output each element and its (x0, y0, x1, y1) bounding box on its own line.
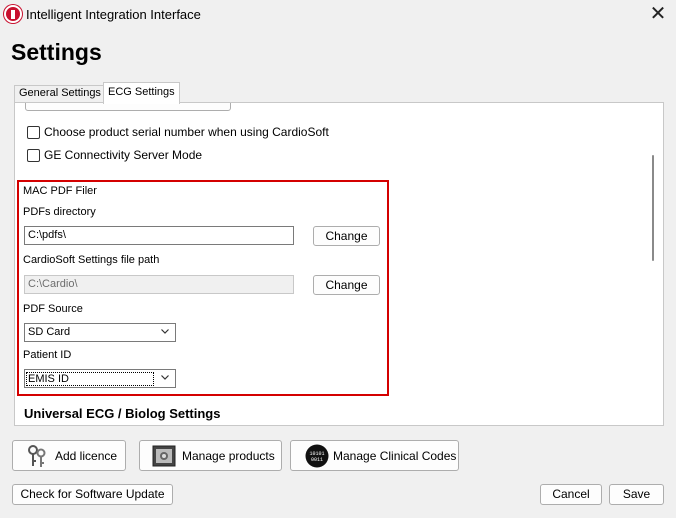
binary-code-icon: 10101 0011 (305, 444, 329, 468)
serial-number-checkbox[interactable] (27, 125, 40, 139)
manage-clinical-codes-button[interactable]: 10101 0011 Manage Clinical Codes (290, 440, 459, 471)
scrollbar-thumb[interactable] (652, 155, 654, 261)
save-button[interactable]: Save (609, 484, 664, 505)
products-icon (152, 444, 176, 468)
add-licence-button[interactable]: Add licence (12, 440, 126, 471)
ge-connectivity-checkbox[interactable] (27, 148, 40, 162)
cancel-button[interactable]: Cancel (540, 484, 602, 505)
manage-products-label: Manage products (182, 448, 275, 463)
close-button[interactable]: ✕ (646, 2, 670, 26)
app-logo-icon (4, 5, 22, 23)
serial-number-label: Choose product serial number when using … (44, 125, 329, 139)
manage-clinical-codes-label: Manage Clinical Codes (333, 448, 457, 463)
tab-ecg-settings[interactable]: ECG Settings (103, 82, 180, 104)
keys-icon (25, 444, 49, 468)
checkbox-row-serial[interactable]: Choose product serial number when using … (27, 125, 329, 139)
title-bar: Intelligent Integration Interface ✕ (0, 0, 676, 30)
vertical-scrollbar[interactable] (645, 103, 661, 425)
universal-ecg-section-title: Universal ECG / Biolog Settings (24, 406, 221, 421)
highlight-annotation-box (17, 180, 389, 396)
check-software-update-button[interactable]: Check for Software Update (12, 484, 173, 505)
ge-connectivity-label: GE Connectivity Server Mode (44, 148, 203, 162)
svg-text:0011: 0011 (311, 457, 323, 463)
tab-general-settings[interactable]: General Settings (14, 85, 106, 103)
add-licence-label: Add licence (55, 448, 118, 463)
window-title: Intelligent Integration Interface (26, 7, 201, 22)
page-title: Settings (11, 39, 102, 65)
manage-products-button[interactable]: Manage products (139, 440, 282, 471)
checkbox-row-ge[interactable]: GE Connectivity Server Mode (27, 148, 202, 162)
